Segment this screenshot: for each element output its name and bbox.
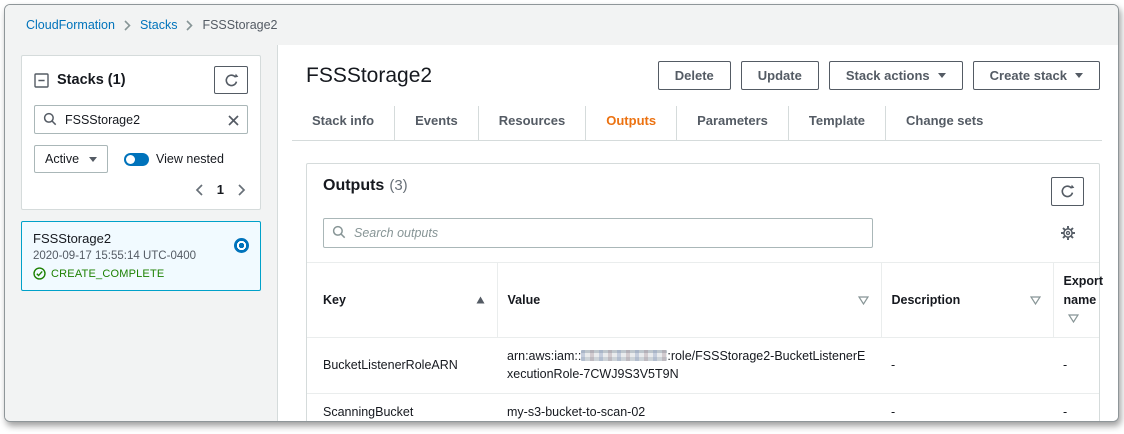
- outputs-search-input[interactable]: [323, 218, 873, 248]
- output-export-name: -: [1053, 393, 1099, 422]
- caret-down-icon: [938, 73, 946, 78]
- stacks-list-panel: Stacks (1): [21, 55, 261, 210]
- output-key: BucketListenerRoleARN: [307, 338, 497, 393]
- clear-search-icon[interactable]: [228, 113, 239, 131]
- outputs-title: Outputs: [323, 177, 384, 195]
- column-header-key[interactable]: Key: [307, 263, 497, 338]
- refresh-outputs-button[interactable]: [1051, 177, 1084, 206]
- stacks-sidebar: Stacks (1): [5, 45, 278, 421]
- output-export-name: -: [1053, 338, 1099, 393]
- page-title: FSSStorage2: [306, 64, 432, 88]
- tab-resources[interactable]: Resources: [478, 106, 585, 140]
- create-stack-dropdown-button[interactable]: Create stack: [973, 61, 1100, 90]
- collapse-icon[interactable]: [34, 73, 49, 88]
- filter-down-icon[interactable]: [1068, 314, 1079, 323]
- breadcrumb-current: FSSStorage2: [202, 18, 277, 32]
- stack-created-timestamp: 2020-09-17 15:55:14 UTC-0400: [33, 250, 249, 262]
- tab-template[interactable]: Template: [788, 106, 885, 140]
- output-description: -: [881, 393, 1053, 422]
- chevron-right-icon: [124, 20, 131, 31]
- tab-stack-info[interactable]: Stack info: [292, 106, 394, 140]
- output-row-scanning-bucket[interactable]: ScanningBucket my-s3-bucket-to-scan-02 -…: [307, 393, 1099, 422]
- search-icon: [43, 112, 57, 131]
- tab-outputs[interactable]: Outputs: [585, 106, 676, 140]
- column-header-value[interactable]: Value: [497, 263, 881, 338]
- stacks-search-input[interactable]: [34, 105, 248, 134]
- redacted-account-id: [581, 350, 667, 361]
- caret-down-icon: [1075, 73, 1083, 78]
- output-value: arn:aws:iam:::role/FSSStorage2-BucketLis…: [497, 338, 881, 393]
- outputs-count: (3): [389, 177, 407, 194]
- filter-down-icon[interactable]: [858, 296, 871, 305]
- stack-actions-dropdown-button[interactable]: Stack actions: [829, 61, 963, 90]
- stack-name: FSSStorage2: [33, 231, 249, 246]
- view-nested-toggle[interactable]: View nested: [124, 152, 224, 166]
- refresh-icon: [1060, 184, 1075, 199]
- breadcrumb-cloudformation[interactable]: CloudFormation: [26, 18, 115, 32]
- output-value: my-s3-bucket-to-scan-02: [497, 393, 881, 422]
- breadcrumb-stacks[interactable]: Stacks: [140, 18, 178, 32]
- toggle-label: View nested: [156, 152, 224, 166]
- refresh-icon: [224, 73, 239, 88]
- table-settings-gear-icon[interactable]: [1060, 225, 1084, 241]
- update-button[interactable]: Update: [741, 61, 819, 90]
- output-row-bucket-listener[interactable]: BucketListenerRoleARN arn:aws:iam:::role…: [307, 338, 1099, 393]
- page-next-icon[interactable]: [238, 184, 246, 196]
- sidebar-title: Stacks (1): [57, 72, 126, 88]
- stack-status-text: CREATE_COMPLETE: [51, 268, 164, 280]
- stack-list-item[interactable]: FSSStorage2 2020-09-17 15:55:14 UTC-0400…: [21, 221, 261, 291]
- toggle-on-icon: [124, 153, 149, 166]
- status-filter-dropdown[interactable]: Active: [34, 145, 108, 173]
- breadcrumb: CloudFormation Stacks FSSStorage2: [5, 5, 1118, 45]
- stack-detail-area: FSSStorage2 Delete Update Stack actions …: [278, 45, 1118, 421]
- column-header-description[interactable]: Description: [881, 263, 1053, 338]
- refresh-stacks-button[interactable]: [214, 66, 248, 94]
- cloudformation-window: CloudFormation Stacks FSSStorage2 Stacks…: [4, 4, 1119, 422]
- delete-button[interactable]: Delete: [658, 61, 731, 90]
- check-circle-icon: [33, 267, 46, 280]
- output-description: -: [881, 338, 1053, 393]
- output-key: ScanningBucket: [307, 393, 497, 422]
- tab-parameters[interactable]: Parameters: [676, 106, 788, 140]
- chevron-right-icon: [186, 20, 193, 31]
- filter-down-icon[interactable]: [1030, 296, 1043, 305]
- column-header-export-name[interactable]: Export name: [1053, 263, 1099, 338]
- sort-ascending-icon[interactable]: [476, 296, 487, 304]
- page-number[interactable]: 1: [217, 182, 224, 197]
- tab-change-sets[interactable]: Change sets: [885, 106, 1003, 140]
- stack-radio-selected[interactable]: [234, 238, 249, 253]
- outputs-table: Key Value: [307, 262, 1099, 422]
- caret-down-icon: [89, 157, 97, 162]
- tab-events[interactable]: Events: [394, 106, 478, 140]
- stack-tabs: Stack info Events Resources Outputs Para…: [292, 106, 1102, 141]
- stacks-pagination: 1: [34, 182, 248, 197]
- page-prev-icon[interactable]: [195, 184, 203, 196]
- search-icon: [332, 225, 346, 244]
- outputs-panel: Outputs (3): [306, 163, 1100, 422]
